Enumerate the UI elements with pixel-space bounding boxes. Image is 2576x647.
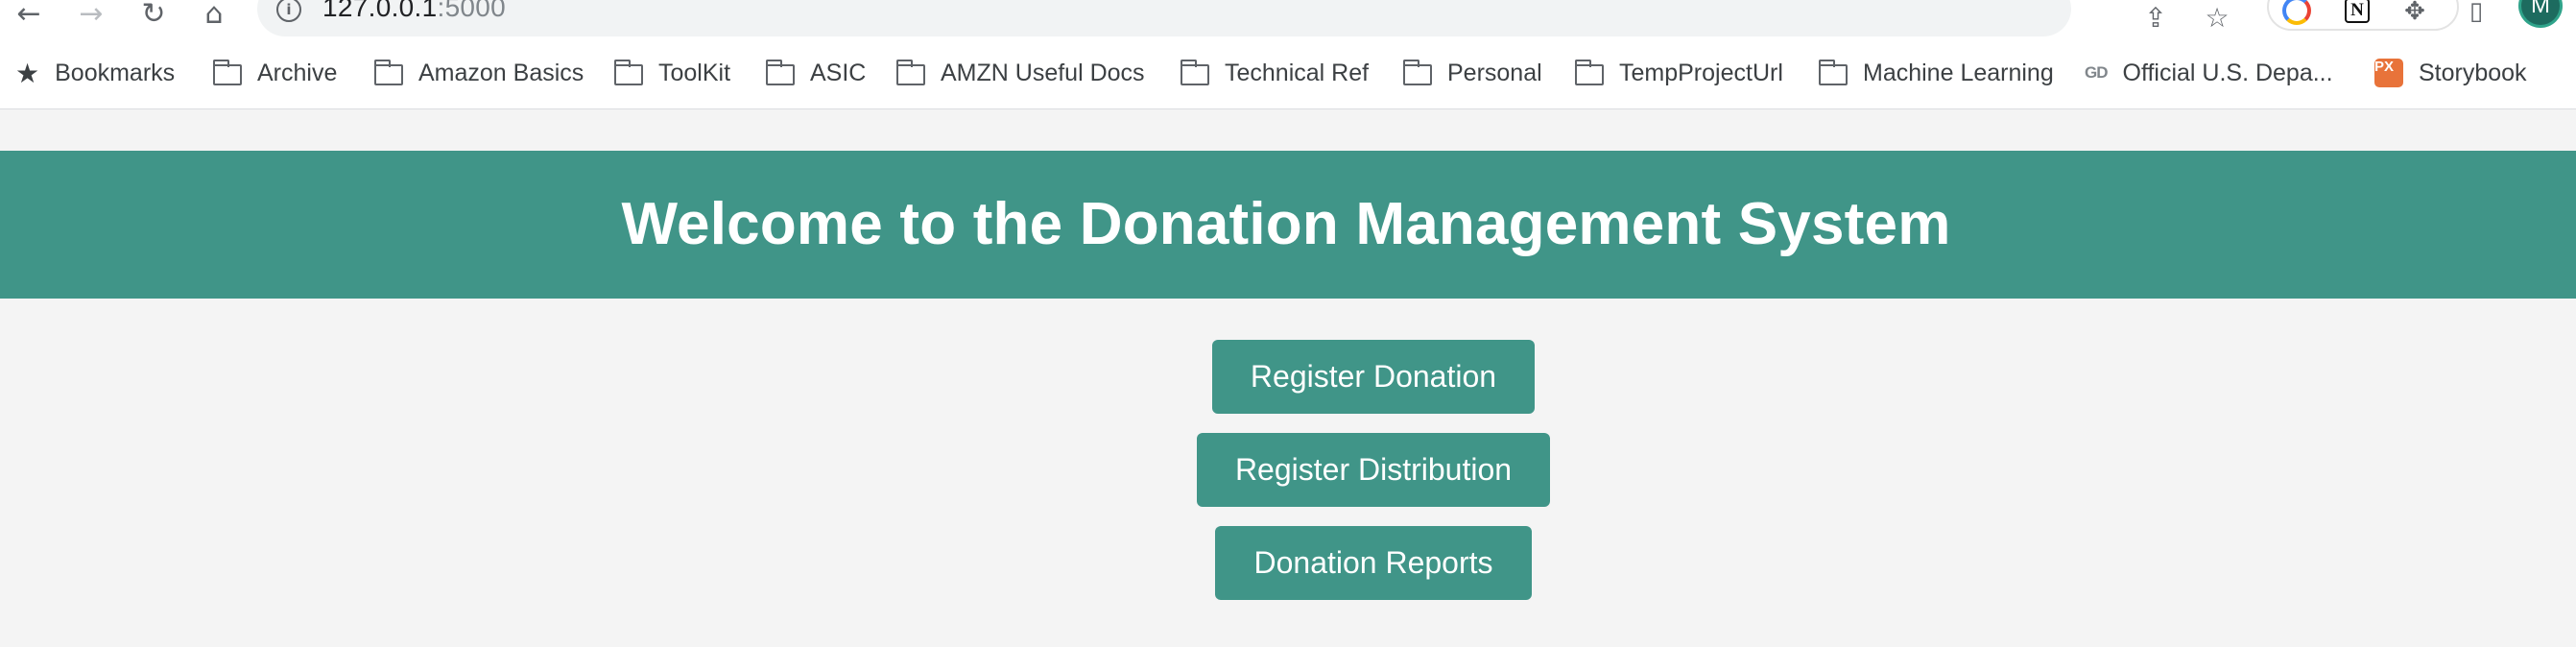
folder-icon bbox=[765, 59, 795, 85]
star-icon: ★ bbox=[15, 57, 40, 89]
folder-icon bbox=[895, 59, 925, 85]
register-donation-button[interactable]: Register Donation bbox=[1212, 340, 1535, 414]
bookmark-label: AMZN Useful Docs bbox=[941, 59, 1145, 86]
bookmark-folder-asic[interactable]: ASIC bbox=[765, 56, 867, 90]
folder-icon bbox=[212, 59, 242, 85]
url-host: 127.0.0.1 bbox=[322, 0, 438, 22]
page-title: Welcome to the Donation Management Syste… bbox=[621, 190, 1951, 257]
bookmark-label: ASIC bbox=[810, 59, 867, 86]
share-icon[interactable]: ⇪ bbox=[2136, 2, 2175, 34]
bookmarks-bar: ★ Bookmarks Archive Amazon Basics ToolKi… bbox=[0, 38, 2576, 109]
notion-icon[interactable]: N bbox=[2345, 0, 2370, 23]
bookmark-item-bookmarks[interactable]: ★ Bookmarks bbox=[15, 56, 175, 90]
side-panel-icon[interactable]: ▯ bbox=[2459, 0, 2493, 27]
bookmark-label: Archive bbox=[257, 59, 338, 86]
bookmark-folder-machine-learning[interactable]: Machine Learning bbox=[1818, 56, 2054, 90]
browser-toolbar: ← → ↻ ⌂ i 127.0.0.1:5000 ⇪ ☆ N ✥ ▯ M bbox=[0, 0, 2576, 38]
bookmark-folder-amazon-basics[interactable]: Amazon Basics bbox=[373, 56, 584, 90]
bookmark-item-storybook[interactable]: PX Storybook bbox=[2374, 56, 2527, 90]
px-icon: PX bbox=[2374, 59, 2403, 87]
avatar[interactable]: M bbox=[2521, 0, 2560, 25]
reload-icon[interactable]: ↻ bbox=[134, 0, 173, 33]
star-icon[interactable]: ☆ bbox=[2198, 2, 2236, 34]
bookmark-item-official-us-dept[interactable]: GD Official U.S. Depa... bbox=[2085, 56, 2333, 90]
bookmark-label: Machine Learning bbox=[1863, 59, 2054, 86]
bookmark-label: Official U.S. Depa... bbox=[2122, 59, 2333, 86]
bookmark-label: ToolKit bbox=[658, 59, 731, 86]
info-icon[interactable]: i bbox=[276, 0, 301, 22]
folder-icon bbox=[373, 59, 403, 85]
bookmark-folder-technical-ref[interactable]: Technical Ref bbox=[1180, 56, 1370, 90]
donation-reports-button[interactable]: Donation Reports bbox=[1215, 526, 1532, 600]
bookmark-folder-personal[interactable]: Personal bbox=[1402, 56, 1542, 90]
folder-icon bbox=[1402, 59, 1432, 85]
folder-icon bbox=[1180, 59, 1209, 85]
bookmark-label: Bookmarks bbox=[55, 59, 176, 86]
url-port: :5000 bbox=[437, 0, 507, 22]
puzzle-icon[interactable]: ✥ bbox=[2397, 0, 2432, 27]
home-icon[interactable]: ⌂ bbox=[195, 0, 233, 33]
folder-icon bbox=[1574, 59, 1604, 85]
bookmark-folder-toolkit[interactable]: ToolKit bbox=[613, 56, 731, 90]
folder-icon bbox=[613, 59, 643, 85]
bookmark-folder-archive[interactable]: Archive bbox=[212, 56, 338, 90]
address-bar[interactable]: i 127.0.0.1:5000 bbox=[257, 0, 2071, 36]
page-header: Welcome to the Donation Management Syste… bbox=[0, 151, 2576, 299]
back-arrow-icon[interactable]: ← bbox=[10, 0, 48, 33]
bookmark-folder-amzn-useful-docs[interactable]: AMZN Useful Docs bbox=[895, 56, 1145, 90]
bookmark-label: Technical Ref bbox=[1225, 59, 1370, 86]
bookmark-label: TempProjectUrl bbox=[1619, 59, 1783, 86]
folder-icon bbox=[1818, 59, 1848, 85]
bookmark-label: Amazon Basics bbox=[418, 59, 584, 86]
url-text[interactable]: 127.0.0.1:5000 bbox=[322, 0, 506, 23]
register-distribution-button[interactable]: Register Distribution bbox=[1197, 433, 1550, 507]
bookmark-folder-tempprojecturl[interactable]: TempProjectUrl bbox=[1574, 56, 1783, 90]
bookmark-label: Storybook bbox=[2419, 59, 2527, 86]
gd-icon: GD bbox=[2085, 63, 2108, 82]
bookmark-label: Personal bbox=[1447, 59, 1542, 86]
forward-arrow-icon[interactable]: → bbox=[72, 0, 110, 33]
